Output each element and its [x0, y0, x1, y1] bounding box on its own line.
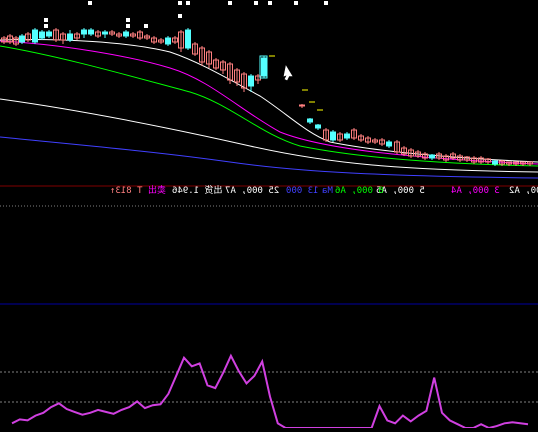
- candle-body: [299, 104, 305, 107]
- legend-item: 卖出: [148, 186, 167, 196]
- peak-marker: [254, 1, 258, 5]
- indicator-line: [11, 353, 529, 430]
- peak-markers: [44, 1, 328, 28]
- candle-body: [261, 57, 267, 77]
- candle-body: [39, 31, 45, 39]
- candle-body: [315, 124, 321, 129]
- candle-body: [46, 31, 52, 37]
- indicator-series: [11, 353, 529, 430]
- candle-body: [81, 29, 87, 35]
- peak-marker: [126, 24, 130, 28]
- peak-marker: [186, 1, 190, 5]
- candle-body: [67, 33, 73, 41]
- candle-body: [386, 141, 392, 147]
- legend-item: 13 000: [286, 186, 319, 196]
- legend-item: 25 000, A7: [225, 186, 280, 196]
- peak-marker: [178, 14, 182, 18]
- peak-marker: [126, 18, 130, 22]
- legend-item: 8 000, A6: [335, 186, 384, 196]
- peak-marker: [144, 24, 148, 28]
- peak-marker: [294, 1, 298, 5]
- ma-line-white-long: [0, 98, 538, 173]
- candle-body: [165, 37, 171, 45]
- candle-body: [123, 31, 129, 37]
- ma-line-green: [0, 45, 538, 167]
- legend-item: 3 000, A4: [451, 186, 500, 196]
- legend-item: 2 000, A2: [509, 186, 538, 196]
- peak-marker: [88, 1, 92, 5]
- peak-marker: [324, 1, 328, 5]
- candle-body: [32, 29, 38, 43]
- legend-item: T 813↑: [110, 186, 143, 196]
- stock-chart[interactable]: 2 000, A2 3 000, A4 5 000, A5 8 000, A6 …: [0, 0, 538, 430]
- candle-body: [185, 29, 191, 49]
- candle-body: [88, 29, 94, 35]
- candle-body: [492, 160, 498, 165]
- legend-item: 出货 1.946: [172, 186, 223, 196]
- indicator-legend: 2 000, A2 3 000, A4 5 000, A5 8 000, A6 …: [0, 185, 538, 199]
- chart-canvas[interactable]: [0, 0, 538, 430]
- legend-item: Ma: [322, 186, 333, 196]
- candle-body: [248, 75, 254, 87]
- peak-marker: [178, 1, 182, 5]
- candle-body: [344, 133, 350, 139]
- candle-body: [330, 131, 336, 141]
- candle-body: [19, 35, 25, 43]
- cursor-arrow-icon: [283, 65, 293, 81]
- candle-body: [102, 31, 108, 35]
- ma-line-white-short: [0, 39, 538, 163]
- peak-marker: [228, 1, 232, 5]
- candle-body: [307, 118, 313, 123]
- peak-marker: [44, 24, 48, 28]
- peak-marker: [44, 18, 48, 22]
- candle-body: [429, 154, 435, 159]
- peak-marker: [268, 1, 272, 5]
